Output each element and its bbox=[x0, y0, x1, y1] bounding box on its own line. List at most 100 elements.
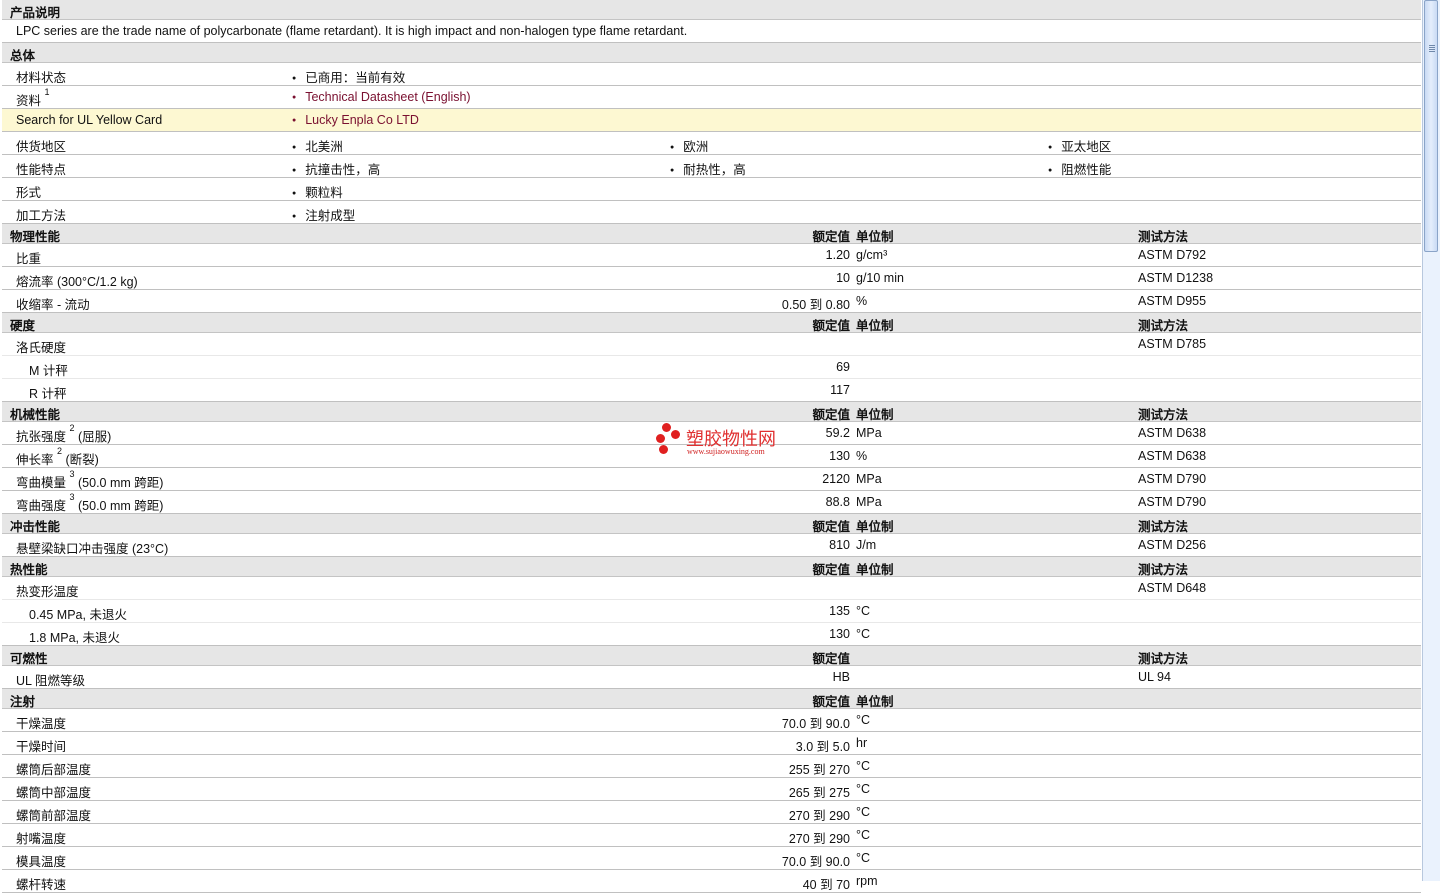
header-test-method: 测试方法 bbox=[1138, 319, 1189, 333]
header-rated-value: 额定值 bbox=[812, 230, 850, 244]
row-label: 弯曲模量 3 (50.0 mm 跨距) bbox=[16, 469, 164, 491]
row-label-text: 螺杆转速 bbox=[16, 878, 67, 892]
unit: °C bbox=[856, 805, 871, 819]
test-method: ASTM D790 bbox=[1138, 495, 1207, 509]
scrollbar-thumb[interactable] bbox=[1424, 0, 1438, 252]
row-label: LPC series are the trade name of polycar… bbox=[16, 24, 687, 38]
row-label-text: Search for UL Yellow Card bbox=[16, 113, 163, 127]
section-title: 冲击性能 bbox=[10, 520, 61, 534]
row-label: 悬壁梁缺口冲击强度 (23°C) bbox=[16, 538, 168, 557]
row-label-text: 射嘴温度 bbox=[16, 832, 67, 846]
rated-value: 265 到 275 bbox=[788, 786, 850, 800]
rated-value: 810 bbox=[829, 538, 850, 552]
section-header: 机械性能 额定值 单位制 测试方法 bbox=[2, 402, 1421, 422]
header-rated-value: 额定值 bbox=[812, 520, 850, 534]
row-label: 螺筒后部温度 bbox=[16, 759, 91, 778]
unit: g/cm³ bbox=[856, 248, 888, 262]
rated-value: 69 bbox=[836, 360, 850, 374]
row-label-condition: (50.0 mm 跨距) bbox=[78, 499, 164, 513]
footnote-marker[interactable]: 2 bbox=[70, 423, 75, 433]
unit: °C bbox=[856, 759, 871, 773]
row-label[interactable]: Search for UL Yellow Card bbox=[16, 113, 162, 127]
table-row: 加工方法 注射成型 bbox=[2, 201, 1421, 224]
row-label: 资料 1 bbox=[16, 87, 50, 109]
footnote-marker[interactable]: 1 bbox=[45, 87, 50, 97]
section-header: 物理性能 额定值 单位制 测试方法 bbox=[2, 224, 1421, 244]
unit: g/10 min bbox=[856, 271, 904, 285]
row-label-text: 热变形温度 bbox=[16, 585, 79, 599]
header-unit: 单位制 bbox=[856, 520, 894, 534]
footnote-marker[interactable]: 3 bbox=[70, 469, 75, 479]
footnote-marker[interactable]: 3 bbox=[70, 492, 75, 502]
rated-value: 2120 bbox=[822, 472, 850, 486]
test-method: ASTM D790 bbox=[1138, 472, 1207, 486]
rated-value: 59.2 bbox=[825, 426, 850, 440]
bullet-item: 注射成型 bbox=[292, 205, 355, 224]
row-label: 抗张强度 2 (屈服) bbox=[16, 423, 111, 445]
row-label-text: 模具温度 bbox=[16, 855, 67, 869]
section-title: 机械性能 bbox=[10, 408, 61, 422]
row-label: 螺筒中部温度 bbox=[16, 782, 91, 801]
rated-value: 3.0 到 5.0 bbox=[795, 740, 850, 754]
unit: °C bbox=[856, 604, 871, 618]
row-label: 性能特点 bbox=[16, 159, 66, 178]
section-title: 可燃性 bbox=[10, 652, 48, 666]
bullet-item: 阻燃性能 bbox=[1048, 159, 1111, 178]
test-method: ASTM D638 bbox=[1138, 426, 1207, 440]
test-method: ASTM D792 bbox=[1138, 248, 1207, 262]
row-label-text: 熔流率 (300°C/1.2 kg) bbox=[16, 275, 138, 289]
unit: hr bbox=[856, 736, 868, 750]
section-title: 注射 bbox=[10, 695, 36, 709]
unit: MPa bbox=[856, 472, 882, 486]
header-rated-value: 额定值 bbox=[812, 319, 850, 333]
header-rated-value: 额定值 bbox=[812, 652, 850, 666]
section-header: 热性能 额定值 单位制 测试方法 bbox=[2, 557, 1421, 577]
section-header: 可燃性 额定值 测试方法 bbox=[2, 646, 1421, 666]
section-title: 总体 bbox=[10, 49, 36, 63]
bullet-item: 颗粒料 bbox=[292, 182, 343, 201]
vertical-scrollbar[interactable] bbox=[1422, 0, 1440, 881]
bullet-link[interactable]: Lucky Enpla Co LTD bbox=[292, 113, 419, 127]
row-label-condition: (断裂) bbox=[65, 453, 99, 467]
row-label: 0.45 MPa, 未退火 bbox=[29, 604, 127, 623]
header-unit: 单位制 bbox=[856, 319, 894, 333]
table-row: M 计秤 69 bbox=[2, 356, 1421, 379]
section-header: 产品说明 bbox=[2, 0, 1421, 20]
rated-value: 10 bbox=[836, 271, 850, 285]
row-label-text: R 计秤 bbox=[29, 387, 67, 401]
row-label-text: 螺筒中部温度 bbox=[16, 786, 92, 800]
rated-value: HB bbox=[832, 670, 850, 684]
header-rated-value: 额定值 bbox=[812, 408, 850, 422]
test-method: UL 94 bbox=[1138, 670, 1171, 684]
row-label: 热变形温度 bbox=[16, 581, 79, 600]
header-test-method: 测试方法 bbox=[1138, 408, 1189, 422]
bullet-item: 北美洲 bbox=[292, 136, 343, 155]
header-rated-value: 额定值 bbox=[812, 695, 850, 709]
table-row: 螺筒中部温度 265 到 275 °C bbox=[2, 778, 1421, 801]
footnote-marker[interactable]: 2 bbox=[57, 446, 62, 456]
row-label-condition: (50.0 mm 跨距) bbox=[78, 476, 164, 490]
header-rated-value: 额定值 bbox=[812, 563, 850, 577]
table-row: 形式 颗粒料 bbox=[2, 178, 1421, 201]
table-row: R 计秤 117 bbox=[2, 379, 1421, 402]
row-label: 形式 bbox=[16, 182, 41, 201]
row-label: 供货地区 bbox=[16, 136, 66, 155]
test-method: ASTM D955 bbox=[1138, 294, 1207, 308]
unit: rpm bbox=[856, 874, 878, 888]
bullet-link[interactable]: Technical Datasheet (English) bbox=[292, 90, 470, 104]
table-row: 热变形温度 ASTM D648 bbox=[2, 577, 1421, 600]
table-row: 材料状态 已商用：当前有效 bbox=[2, 63, 1421, 86]
row-label-text: 抗张强度 bbox=[16, 430, 67, 444]
section-title: 硬度 bbox=[10, 319, 36, 333]
unit: °C bbox=[856, 782, 871, 796]
table-row: 0.45 MPa, 未退火 135 °C bbox=[2, 600, 1421, 623]
test-method: ASTM D785 bbox=[1138, 337, 1207, 351]
table-row: 比重 1.20 g/cm³ ASTM D792 bbox=[2, 244, 1421, 267]
bullet-item: 耐热性，高 bbox=[670, 159, 746, 178]
rated-value: 0.50 到 0.80 bbox=[781, 298, 850, 312]
row-label: 伸长率 2 (断裂) bbox=[16, 446, 99, 468]
unit: % bbox=[856, 294, 868, 308]
table-row: 模具温度 70.0 到 90.0 °C bbox=[2, 847, 1421, 870]
bullet-item: 已商用：当前有效 bbox=[292, 67, 405, 86]
row-label-text: 干燥时间 bbox=[16, 740, 67, 754]
